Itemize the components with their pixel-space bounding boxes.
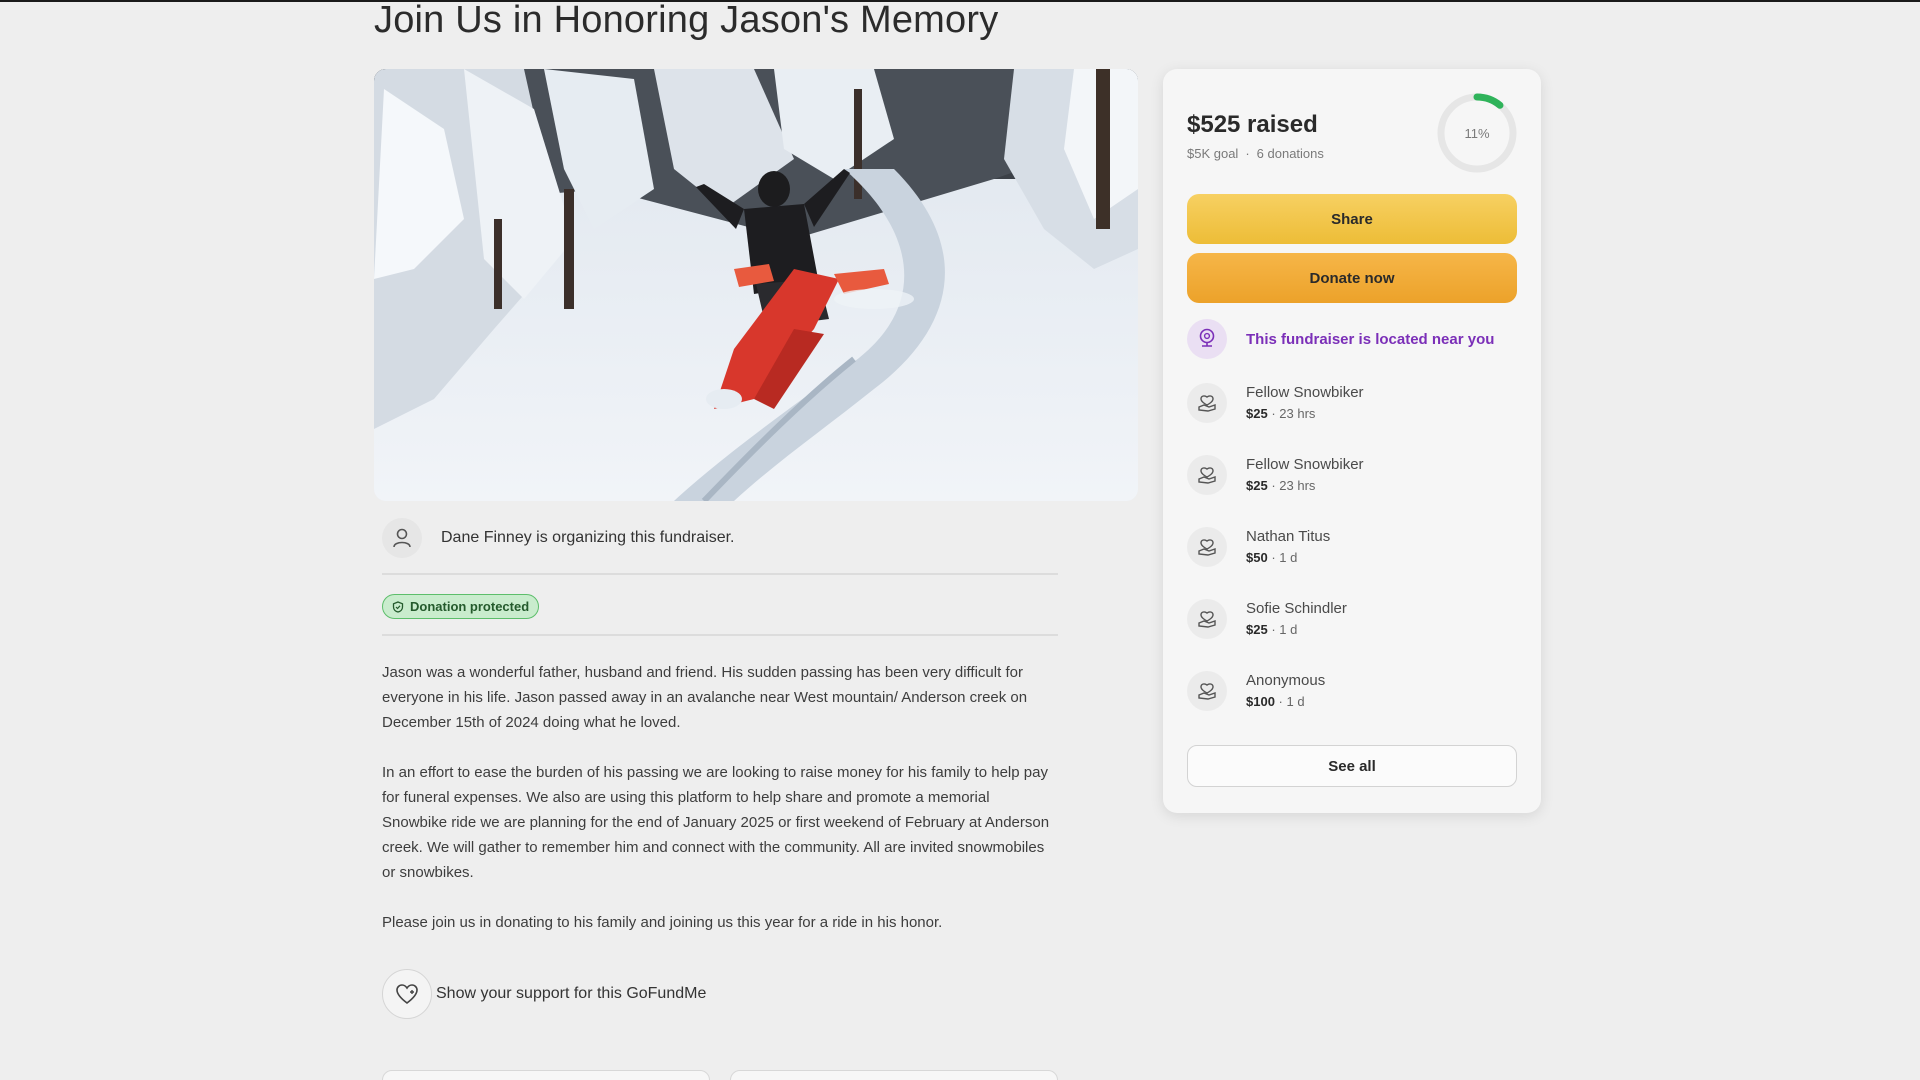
support-row[interactable]: Show your support for this GoFundMe (382, 969, 706, 1019)
donation-hand-icon (1187, 599, 1227, 639)
donation-hand-icon (1187, 383, 1227, 423)
donor-amount: $25 (1246, 622, 1268, 637)
story-paragraph: Please join us in donating to his family… (382, 914, 943, 931)
donor-time: 1 d (1286, 694, 1305, 709)
organizer-row[interactable]: Dane Finney is organizing this fundraise… (382, 518, 735, 558)
donor-time: 23 hrs (1279, 406, 1316, 421)
badge-label: Donation protected (410, 599, 530, 614)
separator: · (1267, 406, 1280, 421)
location-notice-text: This fundraiser is located near you (1246, 330, 1495, 348)
progress-percent: 11% (1464, 125, 1490, 141)
donation-protected-badge[interactable]: Donation protected (382, 594, 540, 619)
campaign-photo (374, 69, 1138, 501)
organizer-text: Dane Finney is organizing this fundraise… (441, 529, 735, 546)
donor-time: 23 hrs (1279, 478, 1316, 493)
person-icon (382, 518, 422, 558)
donor-item: Sofie Schindler $25 · 1 d (1187, 598, 1347, 640)
story-paragraph: Jason was a wonderful father, husband an… (382, 664, 1028, 731)
donation-count: 6 donations (1256, 146, 1324, 161)
support-text: Show your support for this GoFundMe (436, 985, 707, 1002)
donor-time: 1 d (1279, 622, 1298, 637)
bottom-action-button[interactable] (382, 1070, 710, 1080)
page-title: Join Us in Honoring Jason's Memory (374, 0, 999, 41)
donor-amount-time: $100 · 1 d (1246, 692, 1325, 712)
donor-amount: $100 (1246, 694, 1275, 709)
donor-amount: $25 (1246, 406, 1268, 421)
donation-hand-icon (1187, 455, 1227, 495)
separator: · (1267, 478, 1280, 493)
donor-name: Anonymous (1246, 672, 1326, 689)
separator: · (1267, 550, 1280, 565)
separator: · (1274, 694, 1287, 709)
share-button[interactable]: Share (1187, 194, 1517, 244)
donor-name: Fellow Snowbiker (1246, 456, 1364, 473)
donor-name: Fellow Snowbiker (1246, 384, 1364, 401)
donor-amount-time: $25 · 23 hrs (1246, 404, 1364, 424)
donor-name: Nathan Titus (1246, 528, 1331, 545)
separator: · (1267, 622, 1280, 637)
donor-item: Fellow Snowbiker $25 · 23 hrs (1187, 382, 1364, 424)
donor-name: Sofie Schindler (1246, 600, 1347, 617)
heart-icon[interactable] (382, 969, 432, 1019)
bottom-action-button[interactable] (730, 1070, 1058, 1080)
story-paragraph: In an effort to ease the burden of his p… (382, 764, 1050, 881)
divider (382, 634, 1058, 636)
donor-amount-time: $25 · 1 d (1246, 620, 1347, 640)
goal-text: $5K goal (1187, 146, 1239, 161)
donor-item: Nathan Titus $50 · 1 d (1187, 526, 1330, 568)
see-all-button[interactable]: See all (1187, 745, 1517, 787)
donation-card: $525 raised $5K goal · 6 donations 11% Sha… (1163, 69, 1541, 813)
location-notice: This fundraiser is located near you (1187, 319, 1494, 359)
shield-icon (392, 600, 404, 613)
donor-amount: $25 (1246, 478, 1268, 493)
donor-item: Fellow Snowbiker $25 · 23 hrs (1187, 454, 1364, 496)
donation-hand-icon (1187, 671, 1227, 711)
goal-meta: $5K goal · 6 donations (1187, 146, 1324, 161)
divider (382, 573, 1058, 575)
donor-amount-time: $25 · 23 hrs (1246, 476, 1364, 496)
story-text: Jason was a wonderful father, husband an… (382, 660, 1058, 960)
donation-hand-icon (1187, 527, 1227, 567)
donor-amount-time: $50 · 1 d (1246, 548, 1330, 568)
donate-now-button[interactable]: Donate now (1187, 253, 1517, 303)
donor-amount: $50 (1246, 550, 1268, 565)
amount-raised: $525 raised (1187, 111, 1318, 138)
location-pin-icon (1187, 319, 1227, 359)
donor-item: Anonymous $100 · 1 d (1187, 670, 1325, 712)
donor-time: 1 d (1279, 550, 1298, 565)
